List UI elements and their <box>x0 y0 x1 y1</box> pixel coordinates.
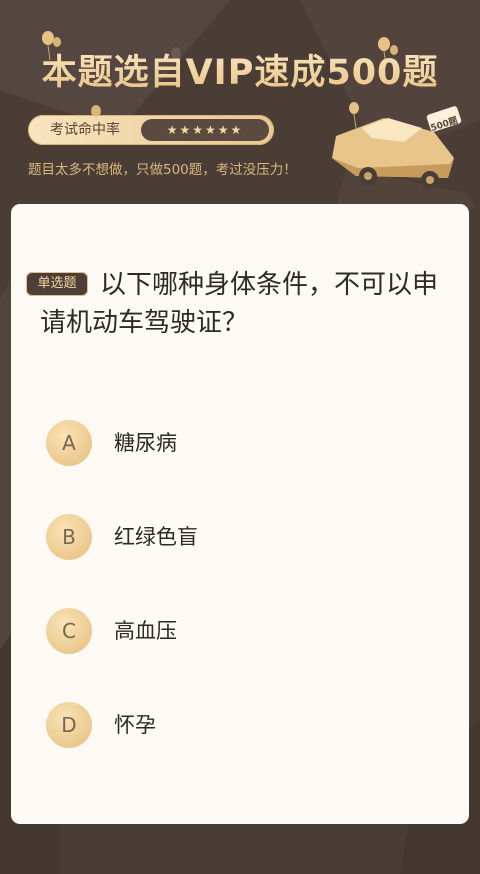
hit-rate-pill: 考试命中率 ★★★★★★ <box>28 115 274 145</box>
question-text: 以下哪种身体条件，不可以申请机动车驾驶证？ <box>40 270 439 338</box>
hit-rate-label: 考试命中率 <box>50 122 120 138</box>
option-b[interactable]: B 红绿色盲 <box>46 514 426 560</box>
tagline: 题目太多不想做，只做500题，考过没压力！ <box>28 162 297 178</box>
option-label: 怀孕 <box>114 713 156 737</box>
option-letter: A <box>46 420 92 466</box>
star-rating-icon: ★★★★★★ <box>141 119 269 141</box>
option-label: 糖尿病 <box>114 431 177 455</box>
option-letter: D <box>46 702 92 748</box>
page-title: 本题选自VIP速成500题 <box>0 44 480 95</box>
option-a[interactable]: A 糖尿病 <box>46 420 426 466</box>
option-label: 红绿色盲 <box>114 525 198 549</box>
option-d[interactable]: D 怀孕 <box>46 702 426 748</box>
option-label: 高血压 <box>114 619 177 643</box>
header-banner: 本题选自VIP速成500题 考试命中率 ★★★★★★ 题目太多不想做，只做500… <box>0 0 480 210</box>
option-letter: B <box>46 514 92 560</box>
option-letter: C <box>46 608 92 654</box>
option-c[interactable]: C 高血压 <box>46 608 426 654</box>
car-badge-label: 500题 <box>429 115 460 134</box>
